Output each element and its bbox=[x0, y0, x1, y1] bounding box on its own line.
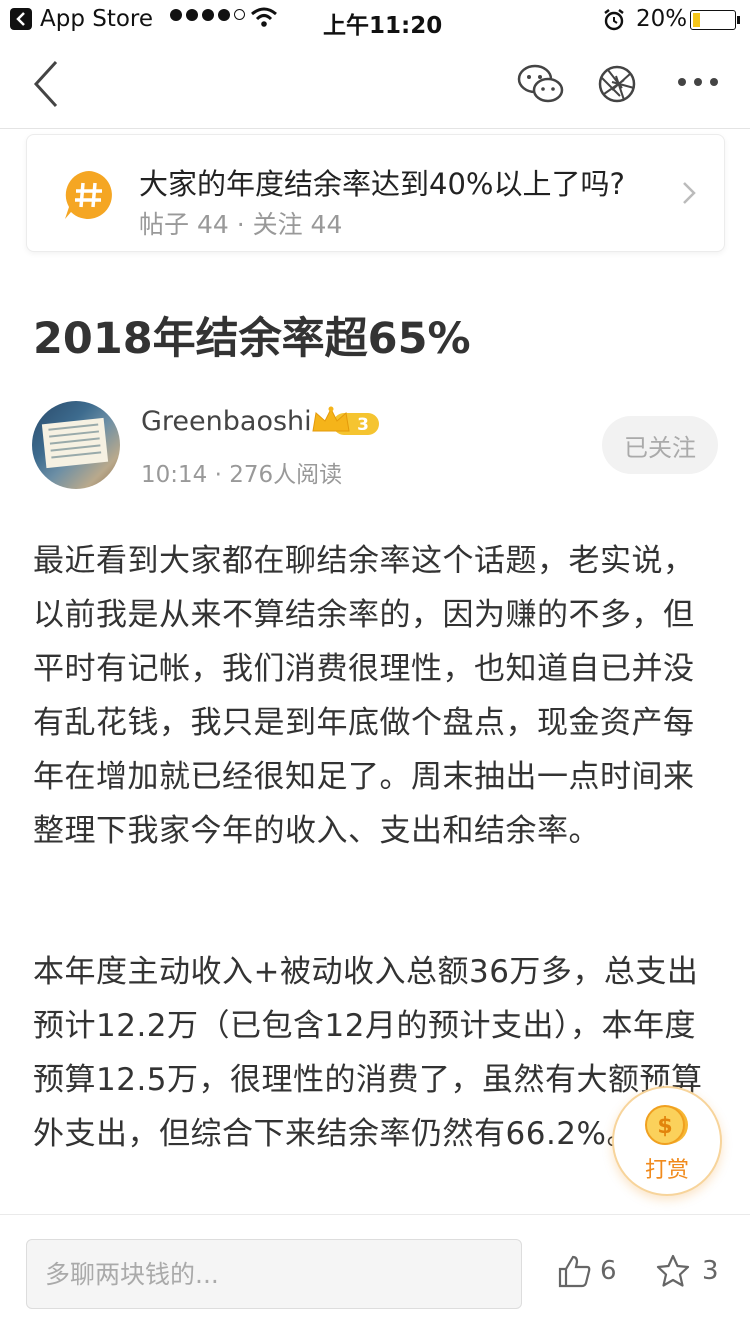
author-name[interactable]: Greenbaoshi bbox=[141, 406, 312, 437]
coin-icon: $ bbox=[644, 1102, 690, 1148]
chevron-left-icon[interactable] bbox=[30, 56, 70, 112]
alarm-icon bbox=[602, 8, 626, 38]
back-to-app-button[interactable]: App Store bbox=[10, 6, 153, 32]
follow-button[interactable]: 已关注 bbox=[602, 416, 718, 474]
topic-title: 大家的年度结余率达到40%以上了吗? bbox=[139, 167, 625, 201]
nav-bar bbox=[0, 40, 750, 129]
bottom-bar: 6 3 bbox=[0, 1214, 750, 1335]
like-button[interactable]: 6 bbox=[556, 1253, 617, 1289]
back-arrow-icon bbox=[10, 8, 32, 30]
like-count: 6 bbox=[600, 1256, 617, 1286]
status-bar: App Store 上午11:20 20% bbox=[0, 0, 750, 40]
wifi-icon bbox=[250, 6, 278, 34]
crown-level-icon: 3 bbox=[311, 405, 381, 439]
chevron-right-icon bbox=[680, 179, 698, 207]
battery-percent: 20% bbox=[636, 6, 688, 32]
topic-card[interactable]: 大家的年度结余率达到40%以上了吗? 帖子 44 · 关注 44 bbox=[26, 134, 725, 252]
post-meta: 10:14 · 276人阅读 bbox=[141, 462, 343, 488]
favorite-count: 3 bbox=[702, 1256, 719, 1286]
article-title: 2018年结余率超65% bbox=[33, 314, 471, 364]
signal-icon bbox=[170, 9, 245, 21]
back-app-label: App Store bbox=[40, 6, 154, 32]
favorite-button[interactable]: 3 bbox=[654, 1253, 719, 1289]
reward-button[interactable]: $ 打赏 bbox=[612, 1086, 722, 1196]
author-level: 3 bbox=[357, 415, 369, 435]
topic-meta: 帖子 44 · 关注 44 bbox=[139, 210, 343, 239]
hashtag-icon bbox=[63, 169, 115, 221]
battery-icon bbox=[690, 10, 740, 30]
article-paragraph: 最近看到大家都在聊结余率这个话题，老实说，以前我是从来不算结余率的，因为赚的不多… bbox=[33, 543, 695, 849]
avatar[interactable] bbox=[32, 401, 120, 489]
svg-text:$: $ bbox=[657, 1114, 672, 1139]
status-time: 上午11:20 bbox=[323, 13, 443, 39]
moments-icon[interactable] bbox=[594, 62, 644, 106]
reward-label: 打赏 bbox=[644, 1158, 689, 1183]
wechat-icon[interactable] bbox=[516, 62, 566, 106]
star-icon bbox=[656, 1254, 690, 1287]
comment-input[interactable] bbox=[26, 1239, 522, 1309]
thumbs-up-icon bbox=[558, 1255, 591, 1288]
more-icon[interactable] bbox=[674, 70, 722, 114]
